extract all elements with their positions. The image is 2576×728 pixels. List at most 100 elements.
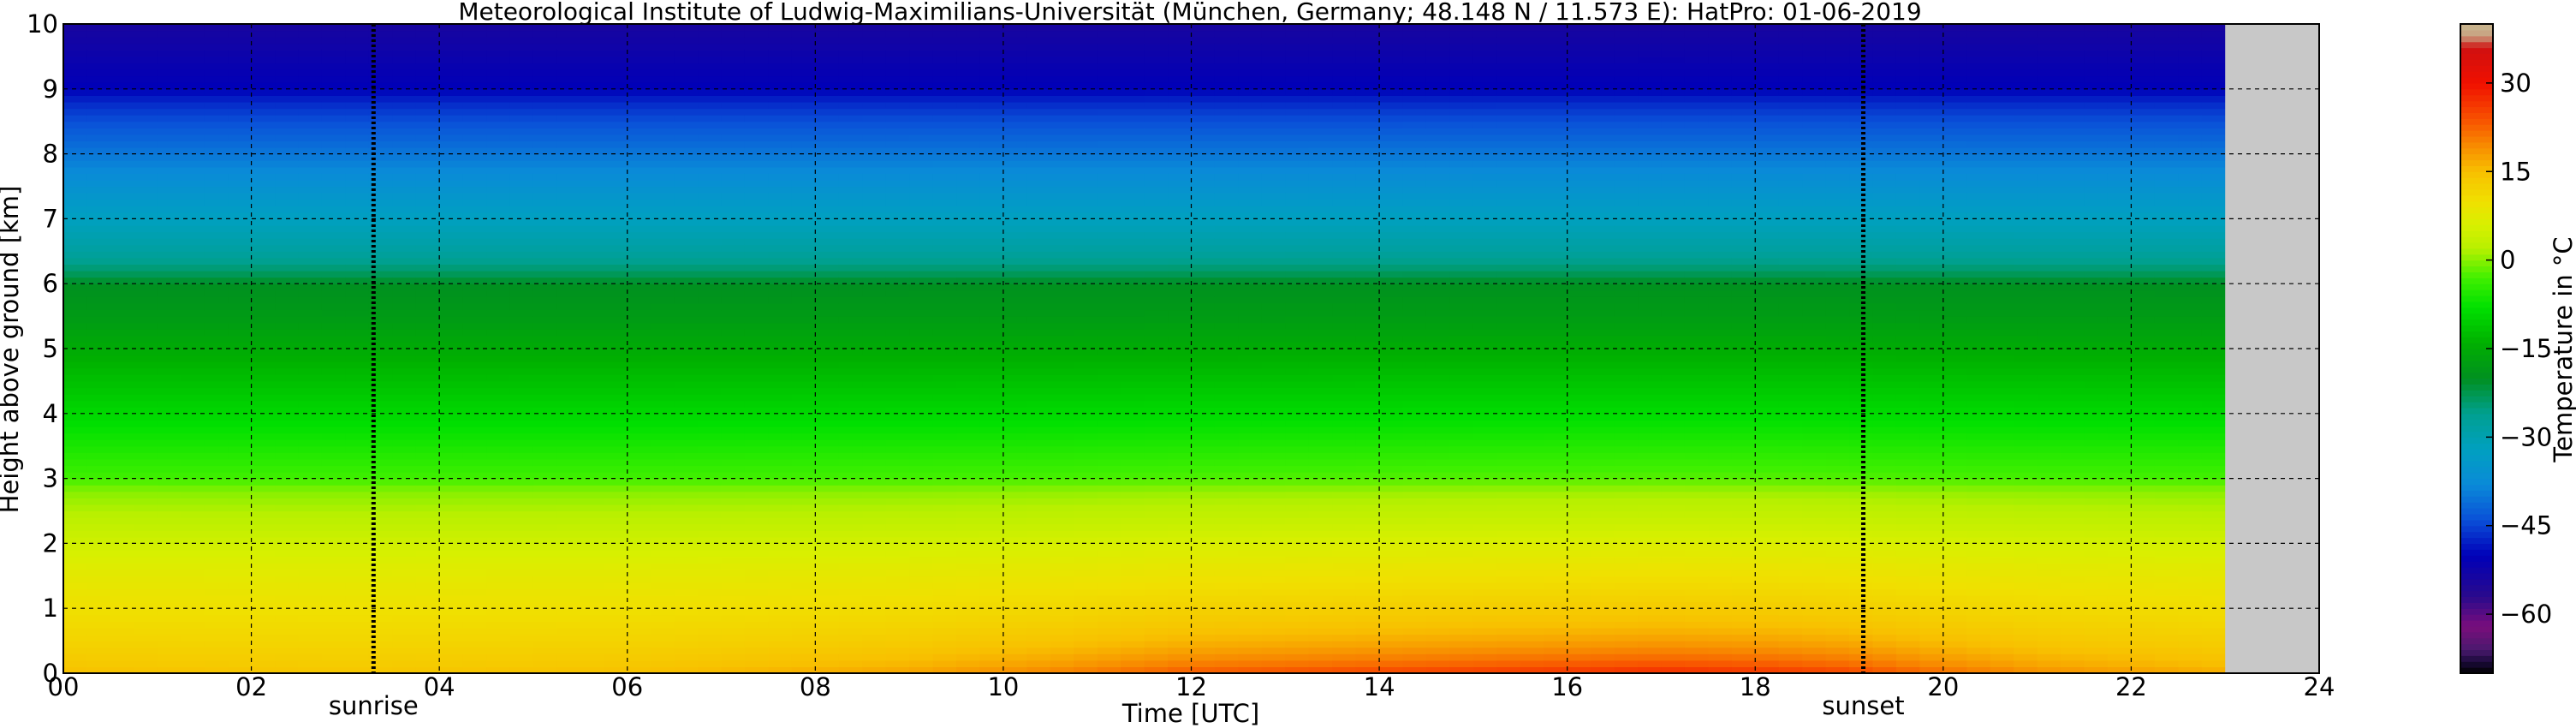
- heatmap-cell: [744, 69, 770, 77]
- heatmap-cell: [509, 608, 534, 616]
- heatmap-cell: [909, 367, 934, 375]
- heatmap-cell: [838, 647, 863, 654]
- heatmap-cell: [298, 309, 323, 317]
- heatmap-cell: [862, 121, 887, 128]
- heatmap-cell: [1002, 257, 1027, 266]
- heatmap-cell: [321, 349, 346, 356]
- heatmap-cell: [204, 647, 229, 654]
- heatmap-cell: [979, 140, 1004, 148]
- heatmap-cell: [744, 224, 770, 233]
- heatmap-cell: [932, 510, 957, 518]
- heatmap-cell: [627, 647, 651, 654]
- heatmap-cell: [815, 95, 840, 103]
- heatmap-cell: [1144, 289, 1169, 297]
- heatmap-cell: [627, 322, 651, 330]
- heatmap-cell: [1097, 517, 1121, 525]
- heatmap-cell: [392, 316, 417, 324]
- heatmap-cell: [204, 400, 229, 408]
- heatmap-cell: [556, 244, 581, 252]
- heatmap-cell: [1168, 647, 1193, 654]
- heatmap-cell: [1026, 251, 1051, 259]
- heatmap-cell: [651, 140, 675, 148]
- heatmap-cell: [1168, 536, 1193, 544]
- heatmap-cell: [110, 536, 134, 544]
- heatmap-cell: [1097, 563, 1121, 570]
- heatmap-cell: [979, 439, 1004, 447]
- heatmap-cell: [415, 264, 440, 272]
- heatmap-cell: [556, 394, 581, 402]
- heatmap-cell: [1168, 465, 1193, 473]
- heatmap-cell: [532, 283, 558, 291]
- heatmap-cell: [791, 277, 816, 284]
- heatmap-cell: [1191, 238, 1216, 246]
- heatmap-cell: [134, 647, 158, 654]
- heatmap-cell: [204, 549, 229, 558]
- heatmap-cell: [462, 556, 487, 564]
- heatmap-cell: [63, 634, 88, 641]
- heatmap-cell: [768, 407, 793, 415]
- heatmap-cell: [1097, 309, 1121, 317]
- heatmap-cell: [627, 193, 651, 200]
- heatmap-cell: [275, 140, 300, 148]
- heatmap-cell: [1050, 212, 1074, 219]
- heatmap-cell: [862, 367, 887, 375]
- heatmap-cell: [698, 134, 723, 142]
- heatmap-cell: [1097, 173, 1121, 181]
- heatmap-cell: [1121, 101, 1145, 110]
- heatmap-cell: [1050, 582, 1074, 590]
- heatmap-cell: [909, 485, 934, 492]
- heatmap-cell: [345, 426, 370, 434]
- heatmap-cell: [1191, 647, 1216, 654]
- heatmap-cell: [1168, 186, 1193, 194]
- heatmap-cell: [1144, 179, 1169, 188]
- heatmap-cell: [157, 433, 181, 440]
- heatmap-cell: [462, 128, 487, 135]
- heatmap-cell: [580, 641, 604, 648]
- heatmap-cell: [627, 426, 651, 434]
- heatmap-cell: [979, 452, 1004, 460]
- heatmap-cell: [651, 160, 675, 168]
- heatmap-cell: [768, 193, 793, 200]
- heatmap-cell: [204, 608, 229, 616]
- heatmap-cell: [532, 380, 558, 389]
- heatmap-cell: [862, 329, 887, 337]
- heatmap-cell: [415, 621, 440, 629]
- heatmap-cell: [204, 193, 229, 200]
- heatmap-cell: [181, 199, 205, 206]
- heatmap-cell: [251, 614, 276, 622]
- heatmap-cell: [321, 445, 346, 453]
- heatmap-cell: [932, 549, 957, 558]
- heatmap-cell: [815, 30, 840, 38]
- heatmap-cell: [63, 420, 88, 427]
- heatmap-cell: [228, 251, 253, 259]
- heatmap-cell: [932, 238, 957, 246]
- heatmap-cell: [439, 289, 464, 297]
- heatmap-cell: [1121, 82, 1145, 90]
- heatmap-cell: [439, 82, 464, 90]
- heatmap-cell: [815, 218, 840, 226]
- heatmap-cell: [63, 413, 88, 421]
- heatmap-cell: [532, 523, 558, 531]
- heatmap-cell: [1026, 530, 1051, 538]
- heatmap-cell: [768, 199, 793, 206]
- heatmap-cell: [63, 588, 88, 596]
- heatmap-cell: [651, 134, 675, 142]
- heatmap-cell: [651, 63, 675, 70]
- heatmap-cell: [604, 50, 628, 57]
- heatmap-cell: [932, 641, 957, 648]
- heatmap-cell: [885, 452, 910, 460]
- heatmap-cell: [228, 329, 253, 337]
- heatmap-cell: [744, 407, 770, 415]
- heatmap-cell: [791, 472, 816, 480]
- heatmap-cell: [110, 160, 134, 168]
- heatmap-cell: [909, 543, 934, 551]
- heatmap-cell: [298, 115, 323, 122]
- heatmap-cell: [862, 498, 887, 505]
- heatmap-cell: [86, 387, 111, 395]
- heatmap-cell: [698, 439, 723, 447]
- heatmap-cell: [204, 439, 229, 447]
- heatmap-cell: [580, 510, 604, 518]
- heatmap-cell: [721, 374, 746, 382]
- heatmap-cell: [1097, 88, 1121, 96]
- heatmap-cell: [509, 153, 534, 161]
